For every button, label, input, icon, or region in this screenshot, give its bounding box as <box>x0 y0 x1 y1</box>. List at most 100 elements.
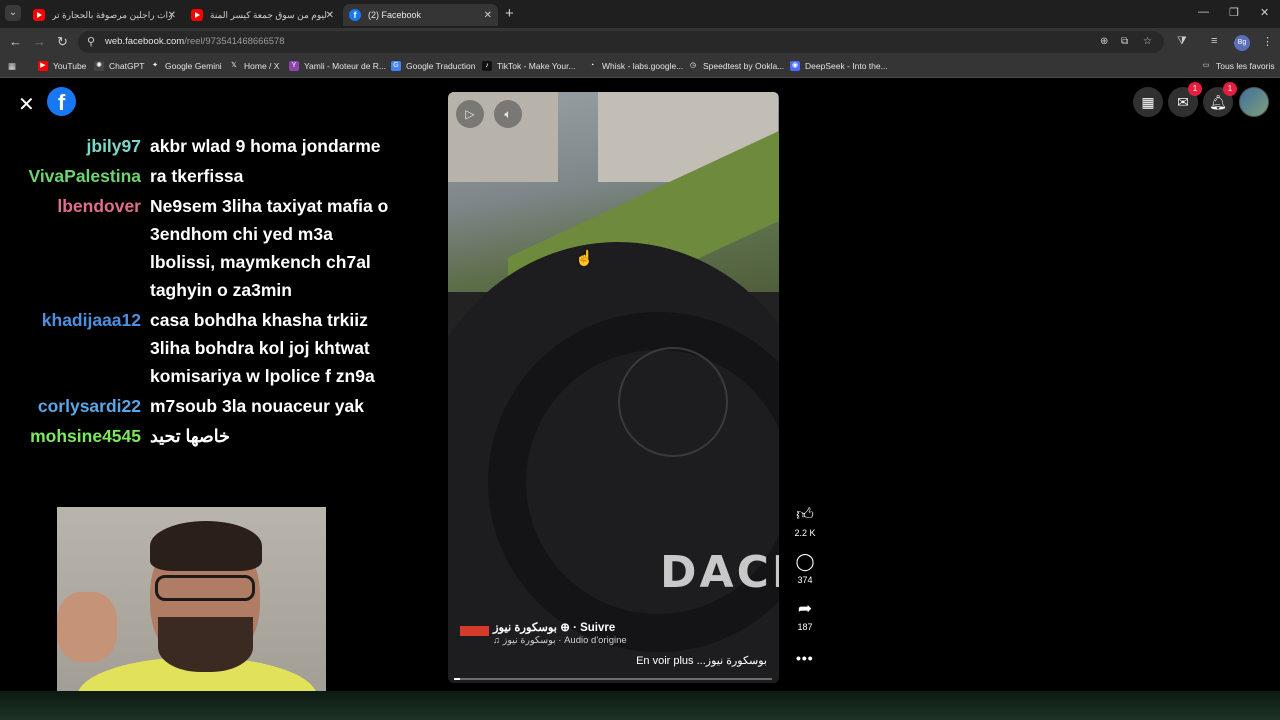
install-app-icon[interactable]: ⧉ <box>1121 36 1128 47</box>
bookmark-icon: ✦ <box>150 61 160 71</box>
live-chat-overlay: jbily97 akbr wlad 9 homa jondarme VivaPale… <box>0 132 420 452</box>
bookmark-label: Whisk - labs.google... <box>602 61 684 71</box>
chat-message: khadijaaa12 casa bohdha khasha trkiiz 3li… <box>0 306 420 390</box>
messenger-badge: 1 <box>1188 82 1202 96</box>
follow-button[interactable]: · Suivre <box>573 622 615 634</box>
youtube-icon <box>33 9 45 21</box>
reel-video[interactable]: DACIA ▷ 🔈︎ ☝ بوسكورة نيوز ⊕ · Suivre ♫ ب… <box>448 92 779 683</box>
tab-youtube-2[interactable]: ليوم من سوق جمعة كيسر المنة - ✕ <box>185 4 340 26</box>
webcam-feed <box>57 507 326 703</box>
bookmark-label: DeepSeek - Into the... <box>805 61 888 71</box>
apps-icon[interactable]: ▦ <box>8 61 16 72</box>
comment-icon: ◯ <box>795 552 815 571</box>
reel-description[interactable]: En voir plus ...بوسكورة نيوز <box>636 654 767 667</box>
bookmark-item[interactable]: Y Yamli - Moteur de R... <box>289 61 386 71</box>
chat-message: jbily97 akbr wlad 9 homa jondarme <box>0 132 420 160</box>
tab-label: (2) Facebook <box>368 10 422 20</box>
bookmark-item[interactable]: ◉ DeepSeek - Into the... <box>790 61 888 71</box>
bookmark-label: TikTok - Make Your... <box>497 61 576 71</box>
tab-facebook[interactable]: f (2) Facebook ✕ <box>343 4 498 26</box>
youtube-icon <box>191 9 203 21</box>
webcam-glasses <box>155 575 255 601</box>
channel-name[interactable]: بوسكورة نيوز <box>493 622 557 634</box>
bookmark-icon: Y <box>289 61 299 71</box>
bottom-background-band <box>0 691 1280 720</box>
restore-button[interactable]: ❐ <box>1229 6 1239 19</box>
bookmark-item[interactable]: ✦ Google Gemini <box>150 61 222 71</box>
new-tab-button[interactable]: + <box>505 5 514 22</box>
audio-line[interactable]: ♫ بوسكورة نيوز · Audio d'origine <box>493 635 627 646</box>
minimize-button[interactable]: — <box>1198 6 1209 18</box>
facebook-logo[interactable]: f <box>47 87 76 116</box>
chat-username: mohsine4545 <box>30 426 141 446</box>
bookmark-item[interactable]: ◔ Whisk - labs.google... <box>587 61 683 71</box>
chat-username: VivaPalestina <box>28 166 141 186</box>
back-icon[interactable]: ← <box>9 34 22 49</box>
share-icon: ➦ <box>797 599 813 618</box>
close-tab-icon[interactable]: ✕ <box>168 10 176 21</box>
address-bar[interactable]: ⚲ web.facebook.com/reel/973541468666578 <box>78 31 1164 53</box>
chat-text: akbr wlad 9 homa jondarme <box>150 136 381 156</box>
comment-button[interactable]: ◯ 374 <box>790 552 820 585</box>
chat-username: corlysardi22 <box>37 396 141 416</box>
chat-message: lbendover Ne9sem 3liha taxiyat mafia o 3e… <box>0 192 420 304</box>
bookmark-item[interactable]: ▶ YouTube <box>38 61 86 71</box>
video-progress-bar[interactable] <box>454 678 772 680</box>
bookmark-item[interactable]: 𝕏 Home / X <box>229 61 279 71</box>
url-path: /reel/973541468666578 <box>184 36 285 47</box>
channel-avatar[interactable] <box>460 626 489 636</box>
bookmark-label: YouTube <box>53 61 87 71</box>
url-text[interactable]: web.facebook.com/reel/973541468666578 <box>105 36 285 47</box>
like-count: 2.2 K <box>794 528 816 538</box>
bookmark-icon: ▶ <box>38 61 48 71</box>
profile-avatar[interactable]: Bg <box>1234 35 1250 51</box>
site-info-icon[interactable]: ⚲ <box>87 35 95 48</box>
notifications-icon[interactable]: 🔔︎ 1 <box>1203 82 1237 117</box>
chat-message: corlysardi22 m7soub 3la nouaceur yak <box>0 392 420 420</box>
chat-text: ra tkerfissa <box>150 166 244 186</box>
tab-youtube-1[interactable]: ممرات راجلين مرصوفة بالحجارة تر ✕ <box>27 4 182 26</box>
bookmark-star-icon[interactable]: ☆ <box>1143 36 1152 47</box>
bookmark-icon: G <box>391 61 401 71</box>
bookmark-item[interactable]: ◷ Speedtest by Ookla... <box>688 61 784 71</box>
notifications-badge: 1 <box>1223 82 1237 96</box>
close-tab-icon[interactable]: ✕ <box>326 10 334 21</box>
volume-icon[interactable]: 🔈︎ <box>494 100 522 128</box>
bookmark-label: Home / X <box>244 61 280 71</box>
account-avatar[interactable] <box>1239 87 1269 117</box>
zoom-icon[interactable]: ⊕ <box>1100 36 1108 47</box>
bookmark-item[interactable]: G Google Traduction <box>391 61 475 71</box>
chat-message: VivaPalestina ra tkerfissa <box>0 162 420 190</box>
menu-grid-icon[interactable]: ▦ <box>1133 87 1163 117</box>
bookmark-item[interactable]: ✺ ChatGPT <box>94 61 144 71</box>
close-window-button[interactable]: ✕ <box>1260 6 1269 19</box>
globe-icon: ⊕ <box>560 622 574 634</box>
forward-icon[interactable]: → <box>33 34 46 49</box>
share-button[interactable]: ➦ 187 <box>790 599 820 632</box>
bookmark-icon: ◷ <box>688 61 698 71</box>
like-button[interactable]: 👍︎ 2.2 K <box>790 505 820 538</box>
bookmark-icon: ♪ <box>482 61 492 71</box>
bookmark-icon: ◔ <box>587 61 597 71</box>
reload-icon[interactable]: ↻ <box>57 34 68 50</box>
more-options-icon[interactable]: ••• <box>796 650 814 666</box>
media-controls-icon[interactable]: ≡ <box>1211 35 1217 47</box>
facebook-reel-page: ✕ f jbily97 akbr wlad 9 homa jondarme Viva… <box>0 79 1280 720</box>
extensions-icon[interactable]: ⧩ <box>1177 35 1187 48</box>
bookmarks-bar: ▦ ▶ YouTube ✺ ChatGPT ✦ Google Gemini 𝕏 Home / … <box>0 56 1280 78</box>
tab-label: ممرات راجلين مرصوفة بالحجارة تر <box>52 9 172 20</box>
chat-text: خاصها تحيد <box>150 426 230 446</box>
bookmark-item[interactable]: ♪ TikTok - Make Your... <box>482 61 576 71</box>
messenger-icon[interactable]: ✉ 1 <box>1168 82 1202 117</box>
reel-actions: 👍︎ 2.2 K ◯ 374 ➦ 187 <box>790 505 820 646</box>
close-tab-icon[interactable]: ✕ <box>484 10 492 21</box>
bookmark-label: Google Traduction <box>406 61 476 71</box>
tab-search-button[interactable]: ⌄ <box>5 5 21 21</box>
channel-line: بوسكورة نيوز ⊕ · Suivre <box>493 620 615 634</box>
close-icon[interactable]: ✕ <box>18 92 35 117</box>
play-icon[interactable]: ▷ <box>456 100 484 128</box>
chat-text: Ne9sem 3liha taxiyat mafia o 3endhom chi… <box>150 196 389 300</box>
all-bookmarks-folder[interactable]: ▭ Tous les favoris <box>1201 61 1275 71</box>
video-progress-fill <box>454 678 461 680</box>
menu-icon[interactable]: ⋮ <box>1262 35 1273 48</box>
